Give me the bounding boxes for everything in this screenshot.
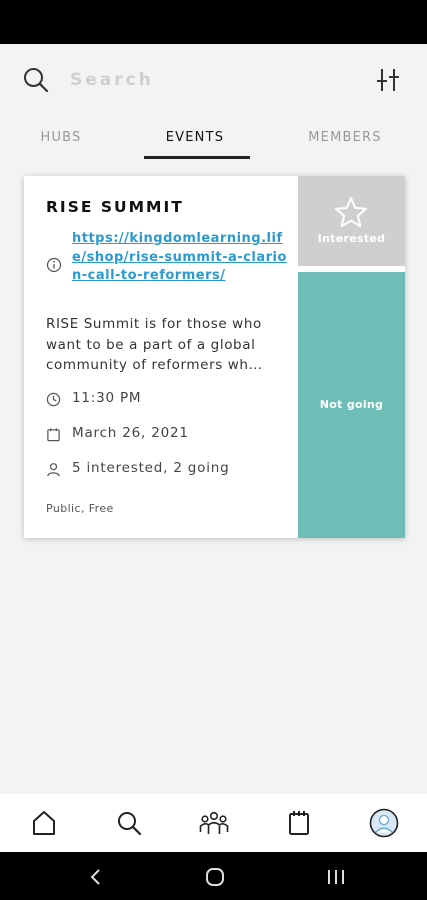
nav-search-icon[interactable] xyxy=(114,808,144,838)
system-navigation-bar xyxy=(0,852,427,900)
tab-members[interactable]: MEMBERS xyxy=(296,130,394,145)
tab-bar: HUBS EVENTS MEMBERS xyxy=(0,122,427,160)
recent-apps-icon[interactable] xyxy=(324,865,348,889)
tab-events[interactable]: EVENTS xyxy=(140,130,250,145)
search-icon[interactable] xyxy=(22,66,50,94)
star-icon xyxy=(335,197,367,228)
event-card[interactable]: RISE SUMMIT https://kingdomlearning.life… xyxy=(24,176,405,538)
event-time: 11:30 PM xyxy=(72,390,142,406)
filter-icon[interactable] xyxy=(374,66,402,94)
back-icon[interactable] xyxy=(84,865,108,889)
calendar-icon xyxy=(47,428,60,442)
event-visibility: Public, Free xyxy=(46,502,114,515)
event-date: March 26, 2021 xyxy=(72,425,189,441)
home-icon[interactable] xyxy=(29,808,59,838)
search-input[interactable] xyxy=(70,66,350,94)
not-going-label: Not going xyxy=(319,398,384,411)
profile-avatar-icon[interactable] xyxy=(369,808,399,838)
info-icon xyxy=(46,257,62,273)
event-card-body: RISE SUMMIT https://kingdomlearning.life… xyxy=(24,176,298,538)
event-title: RISE SUMMIT xyxy=(46,198,184,216)
calendar-nav-icon[interactable] xyxy=(284,808,314,838)
interested-button[interactable]: Interested xyxy=(298,176,405,266)
search-bar xyxy=(0,44,427,116)
status-bar xyxy=(0,0,427,44)
interested-label: Interested xyxy=(317,232,386,245)
person-icon xyxy=(47,463,60,477)
active-tab-indicator xyxy=(144,156,250,159)
bottom-navigation xyxy=(0,794,427,852)
not-going-button[interactable]: Not going xyxy=(298,272,405,538)
clock-icon xyxy=(46,392,61,407)
home-button-icon[interactable] xyxy=(203,865,227,889)
event-attendance: 5 interested, 2 going xyxy=(72,460,230,476)
groups-icon[interactable] xyxy=(199,808,229,838)
event-link[interactable]: https://kingdomlearning.life/shop/rise-s… xyxy=(72,230,294,286)
tab-hubs[interactable]: HUBS xyxy=(20,130,102,145)
event-description: RISE Summit is for those who want to be … xyxy=(46,316,263,373)
